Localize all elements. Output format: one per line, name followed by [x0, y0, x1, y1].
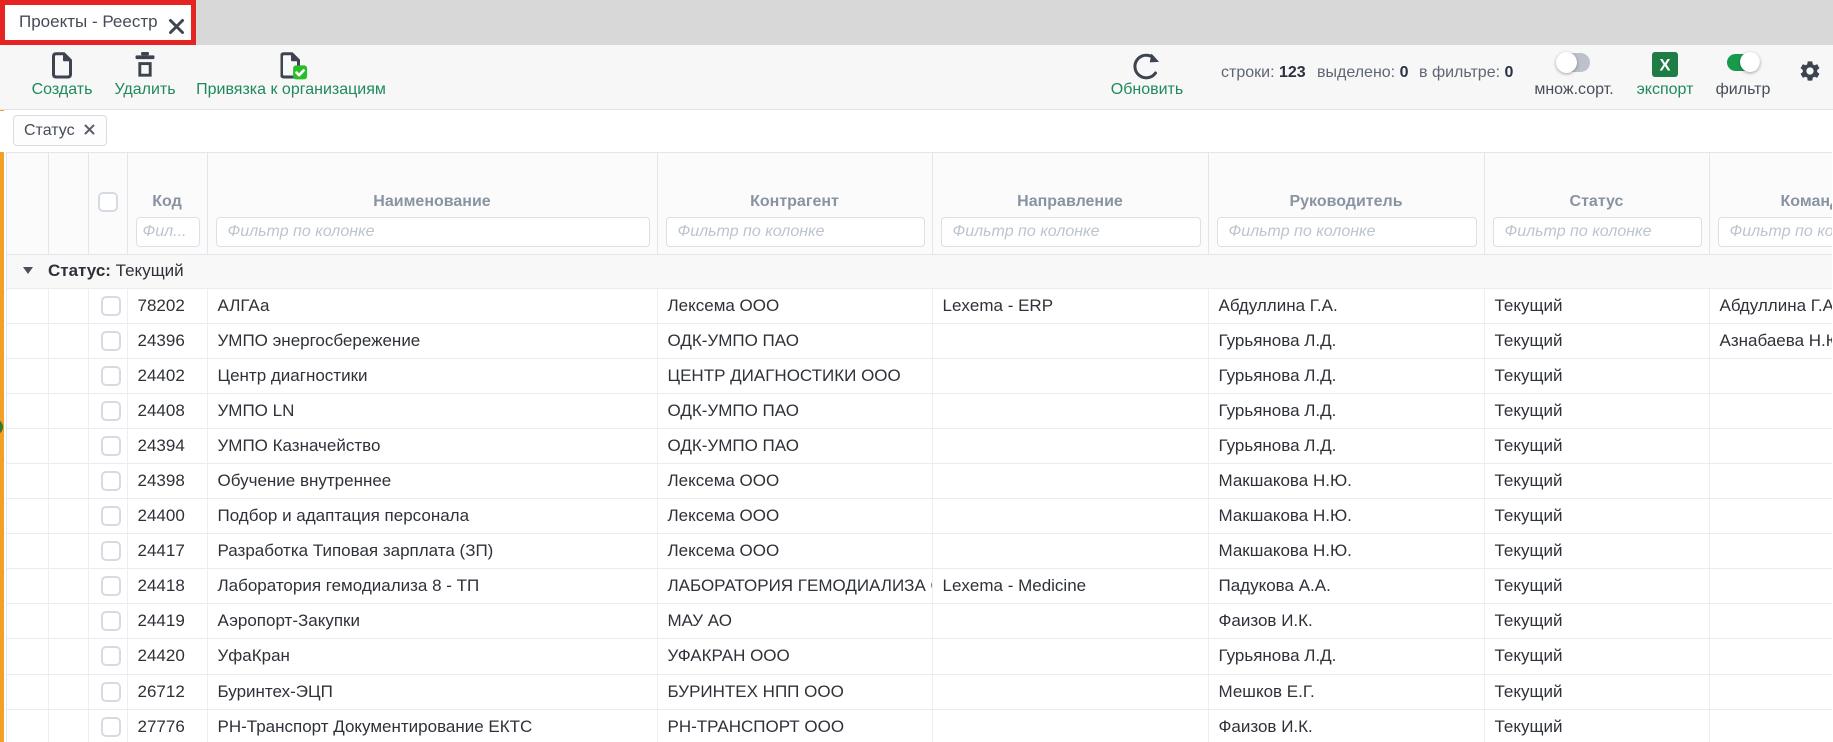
svg-text:X: X — [1659, 57, 1670, 75]
